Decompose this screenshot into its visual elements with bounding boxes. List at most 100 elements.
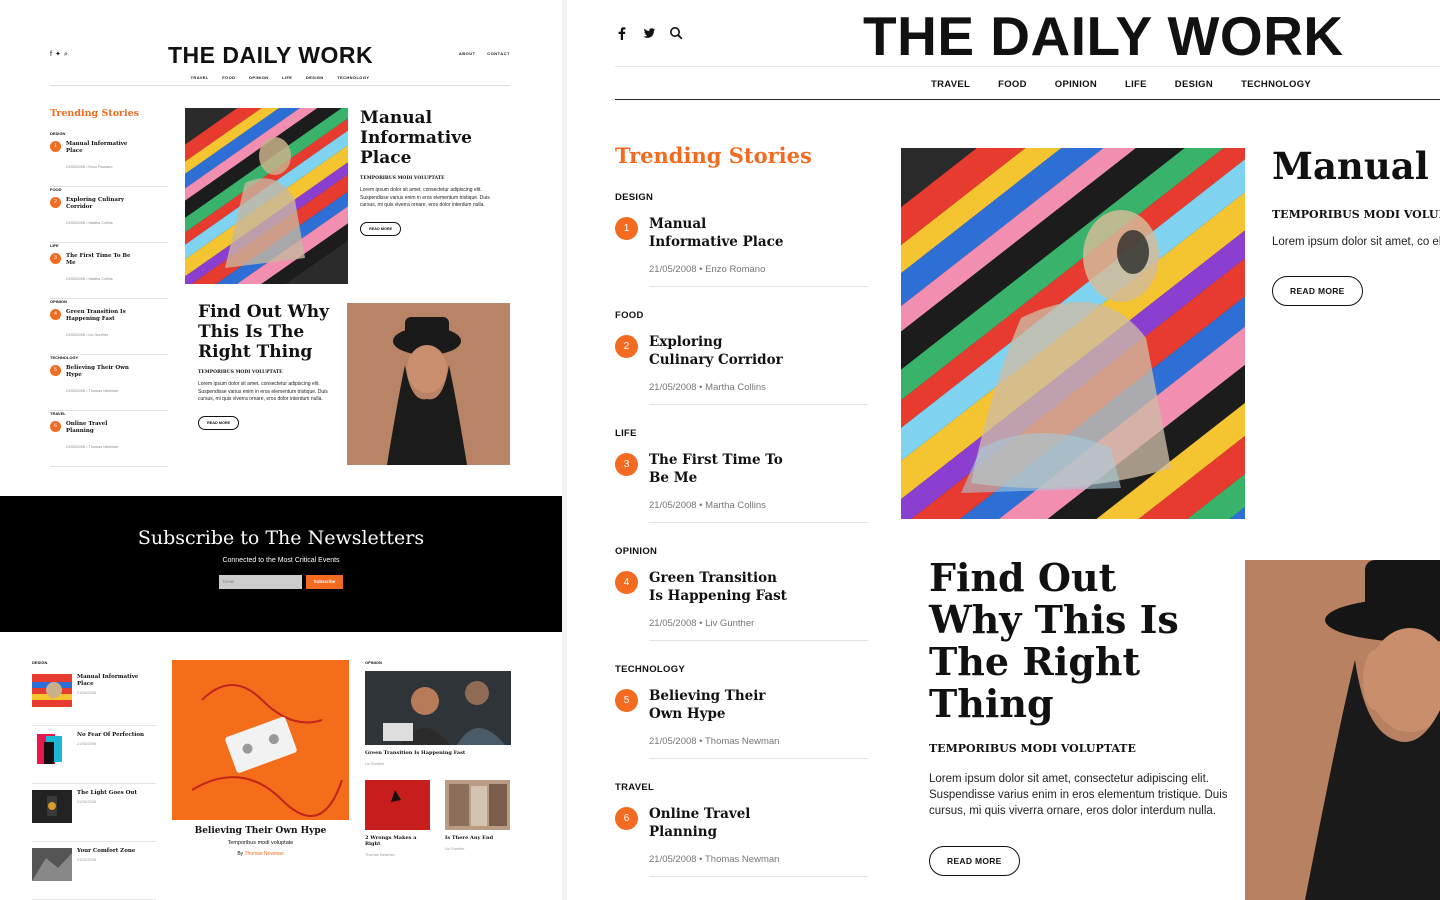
story-title[interactable]: Exploring Culinary Corridor [649,333,789,369]
list-item[interactable]: TECHNOLOGY 5 Believing Their Own Hype 21/05… [615,662,868,780]
nav-opinion[interactable]: OPINION [249,75,269,80]
thumbnail [32,732,72,765]
article-title[interactable]: Find Out Why This Is The Right Thing [929,557,1219,725]
story-title[interactable]: The First Time To Be Me [649,451,789,487]
read-more-button[interactable]: READ MORE [360,221,402,236]
divider [615,66,1440,67]
email-field[interactable]: Email [219,575,302,589]
search-icon[interactable] [669,26,683,40]
preview-right-links: ABOUT CONTACT [449,51,510,56]
social-icons [615,26,683,40]
about-link[interactable]: ABOUT [459,51,476,56]
subscribe-button[interactable]: Subscribe [306,575,343,589]
featured-article-1: Manual Informat TEMPORIBUS MODI VOLUPTA … [1272,146,1440,306]
rank-badge: 2 [615,335,638,358]
list-item[interactable]: OPINION 4 Green Transition Is Happening Fa… [50,299,168,355]
facebook-icon[interactable] [615,26,629,40]
center-article-caption: Believing Their Own Hype Temporibus modi… [194,826,327,857]
bottom-opinion-column: OPINION Green Transition Is Happening Fa… [365,660,511,857]
list-item[interactable]: Your Comfort Zone 21/05/2008 [32,848,156,900]
category-label[interactable]: TECHNOLOGY [615,664,685,675]
list-item[interactable]: Is There Any End Liv Gunther [445,780,510,857]
category-label[interactable]: OPINION [615,546,657,557]
article-title[interactable]: Find Out Why This Is The Right Thing [198,302,338,362]
featured-article-2: Find Out Why This Is The Right Thing TEM… [929,557,1228,876]
thumbnail [365,780,430,830]
read-more-button[interactable]: READ MORE [198,415,240,430]
story-meta: 21/05/2008 • Enzo Romano [649,264,766,275]
article-excerpt: Lorem ipsum dolor sit amet, consectetur … [198,381,328,402]
preview-nav: TRAVEL FOOD OPINION LIFE DESIGN TECHNOLO… [50,75,510,80]
story-title[interactable]: Online Travel Planning [649,805,789,841]
category-label[interactable]: FOOD [615,310,644,321]
twitter-icon[interactable]: ✦ [55,51,64,58]
article-title[interactable]: Manual Informative Place [360,108,510,168]
nav-design[interactable]: DESIGN [1175,79,1213,90]
rank-badge: 1 [615,217,638,240]
read-more-button[interactable]: READ MORE [929,846,1020,876]
newsletter-subtitle: Connected to the Most Critical Events [222,557,340,564]
article-kicker: TEMPORIBUS MODI VOLUPTATE [929,742,1136,755]
thumbnail [32,674,72,707]
list-item[interactable]: DESIGN 1 Manual Informative Place 21/05/200… [615,190,868,308]
cassette-image[interactable] [172,660,349,820]
list-item[interactable]: OPINION 4 Green Transition Is Happening Fa… [615,544,868,662]
opinion-main-image[interactable] [365,671,511,745]
story-meta: 21/05/2008 • Liv Gunther [649,618,755,629]
nav-technology[interactable]: TECHNOLOGY [1241,79,1311,90]
author-link[interactable]: Thomas Newman [244,851,283,857]
site-logo[interactable]: THE DAILY WORK [863,4,1344,68]
list-item[interactable]: TRAVEL 6 Online Travel Planning 21/05/2008 … [615,780,868,898]
article-title[interactable]: Manual Informat [1272,146,1440,187]
category-label[interactable]: DESIGN [615,192,653,203]
list-item[interactable]: 2 Wrongs Makes a Right Thomas Newman [365,780,430,857]
thumbnail [32,790,72,823]
preview-header: f✦⌕ THE DAILY WORK ABOUT CONTACT TRAVEL … [50,40,510,86]
contact-link[interactable]: CONTACT [487,51,510,56]
featured-image-chrome-figure[interactable] [185,108,348,284]
nav-life[interactable]: LIFE [1125,79,1147,90]
divider [615,99,1440,100]
preview-logo[interactable]: THE DAILY WORK [168,42,373,69]
list-item[interactable]: TECHNOLOGY 5 Believing Their Own Hype 21/05… [50,355,168,411]
nav-life[interactable]: LIFE [282,75,292,80]
category-label[interactable]: LIFE [615,428,637,439]
featured-image-woman-hat[interactable] [1245,560,1440,900]
nav-technology[interactable]: TECHNOLOGY [337,75,369,80]
rank-badge: 6 [615,807,638,830]
list-item[interactable]: LIFE 3 The First Time To Be Me 21/05/2008 •… [50,243,168,299]
list-item[interactable]: FOOD 2 Exploring Culinary Corridor 21/05/20… [615,308,868,426]
featured-article-2: Find Out Why This Is The Right Thing TEM… [198,302,338,430]
article-kicker: TEMPORIBUS MODI VOLUPTA [1272,208,1440,221]
list-item[interactable]: LIFE 3 The First Time To Be Me 21/05/2008 •… [615,426,868,544]
story-title[interactable]: Manual Informative Place [649,215,789,251]
newsletter-section: Subscribe to The Newsletters Connected t… [0,496,562,632]
newsletter-form: Email Subscribe [0,575,562,589]
category-label[interactable]: TRAVEL [615,782,654,793]
article-kicker: TEMPORIBUS MODI VOLUPTATE [360,176,445,181]
nav-opinion[interactable]: OPINION [1055,79,1097,90]
list-item[interactable]: Manual Informative Place 21/05/2008 [32,674,156,726]
nav-travel[interactable]: TRAVEL [191,75,209,80]
nav-design[interactable]: DESIGN [306,75,324,80]
list-item[interactable]: FOOD 2 Exploring Culinary Corridor 21/05/20… [50,187,168,243]
list-item[interactable]: The Light Goes Out 21/05/2008 [32,790,156,842]
read-more-button[interactable]: READ MORE [1272,276,1363,306]
twitter-icon[interactable] [642,26,656,40]
rank-badge: 5 [615,689,638,712]
bottom-design-column: DESIGN Manual Informative Place 21/05/200… [32,660,156,900]
nav-food[interactable]: FOOD [998,79,1027,90]
featured-image-woman-hat[interactable] [347,303,510,465]
thumbnail [32,848,72,881]
story-title[interactable]: Believing Their Own Hype [649,687,789,723]
list-item[interactable]: DESIGN 1 Manual Informative Place 21/05/200… [50,131,168,187]
story-title[interactable]: Green Transition Is Happening Fast [649,569,789,605]
nav-travel[interactable]: TRAVEL [931,79,970,90]
rank-badge: 4 [615,571,638,594]
list-item[interactable]: No Fear Of Perfection 21/05/2008 [32,732,156,784]
featured-image-chrome-figure[interactable] [901,148,1245,519]
preview-trending: Trending Stories DESIGN 1 Manual Informati… [50,108,168,467]
nav-food[interactable]: FOOD [222,75,235,80]
search-icon[interactable]: ⌕ [64,51,71,58]
list-item[interactable]: TRAVEL 6 Online Travel Planning 21/05/2008 … [50,411,168,467]
